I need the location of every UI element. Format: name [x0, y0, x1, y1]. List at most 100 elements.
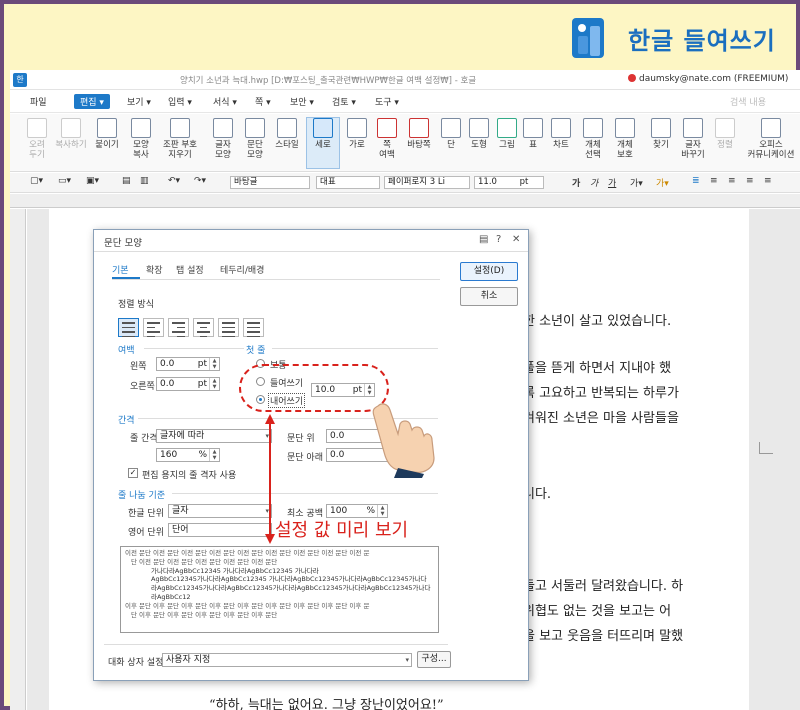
menu-file[interactable]: 파일	[30, 95, 47, 108]
menu-review[interactable]: 검토 ▾	[332, 95, 356, 108]
page-corner-mark	[759, 442, 773, 454]
line-spacing-value-input[interactable]: 160% ▲ ▼	[156, 448, 220, 462]
close-icon[interactable]: ✕	[512, 234, 520, 245]
office-chat-icon	[761, 118, 781, 138]
vertical-ruler[interactable]	[10, 209, 26, 710]
horizontal-ruler[interactable]	[10, 194, 800, 208]
right-margin-label: 오른쪽	[130, 382, 155, 392]
char-shape-button[interactable]: 글자 모양	[206, 118, 240, 160]
save-icon[interactable]: ▣▾	[86, 176, 99, 186]
english-unit-select[interactable]: 단어	[168, 523, 272, 537]
preview-icon[interactable]: ▥	[140, 176, 149, 186]
landscape-page-icon	[347, 118, 367, 138]
align-center-button[interactable]	[193, 318, 214, 337]
preview-line: 단 이후 문단 이후 문단 이후 문단 이후 문단 이후 문단	[131, 610, 278, 619]
chart-button[interactable]: 차트	[544, 118, 578, 150]
dialog-options-icon[interactable]: ▤	[479, 234, 488, 245]
menu-tools[interactable]: 도구 ▾	[375, 95, 399, 108]
ok-button[interactable]: 설정(D)	[460, 262, 518, 281]
align-right-button[interactable]	[168, 318, 189, 337]
open-folder-icon[interactable]: ▭▾	[58, 176, 71, 186]
align-justify-icon[interactable]: ≣	[692, 176, 700, 186]
bold-icon[interactable]: 가	[572, 176, 580, 189]
master-page-button[interactable]: 바탕쪽	[402, 118, 436, 150]
doc-line: 위협도 없는 것을 보고는 어	[523, 604, 672, 619]
hancom-docs-logo-icon	[572, 18, 604, 58]
replace-button[interactable]: 글자 바꾸기	[676, 118, 710, 160]
font-size-input[interactable]: 11.0 pt	[474, 176, 544, 189]
menu-page[interactable]: 쪽 ▾	[255, 95, 271, 108]
left-margin-input[interactable]: 0.0 pt ▲ ▼	[156, 357, 220, 371]
char-shape-icon	[213, 118, 233, 138]
arrange-button[interactable]: 정렬	[708, 118, 742, 150]
office-communication-button[interactable]: 오피스 커뮤니케이션	[744, 118, 798, 160]
align-distribute-icon[interactable]: ≡	[764, 176, 772, 186]
search-hint[interactable]: 검색 내용	[730, 95, 766, 108]
copy-button[interactable]: 복사하기	[54, 118, 88, 150]
italic-icon[interactable]: 가	[590, 176, 598, 189]
divider	[144, 348, 244, 349]
menu-insert[interactable]: 입력 ▾	[168, 95, 192, 108]
paste-button[interactable]: 붙이기	[90, 118, 124, 150]
spacing-section-title: 간격	[118, 416, 135, 426]
hwp-app-icon[interactable]: 한	[13, 73, 27, 87]
font-select[interactable]: 페이퍼로지 3 Li	[384, 176, 470, 189]
clear-marks-button[interactable]: 조판 부호 지우기	[160, 118, 200, 160]
align-justify-button[interactable]	[118, 318, 139, 337]
tab-extended[interactable]: 확장	[146, 263, 163, 276]
line-grid-checkbox[interactable]: ✓	[128, 468, 138, 478]
page-margin-icon	[377, 118, 397, 138]
style-select[interactable]: 바탕글	[230, 176, 310, 189]
pointing-hand-icon	[372, 403, 435, 478]
find-button[interactable]: 찾기	[644, 118, 678, 150]
landscape-button[interactable]: 가로	[340, 118, 374, 150]
line-break-section-title: 줄 나눔 기준	[118, 491, 166, 501]
font-color-icon[interactable]: 가▾	[656, 176, 669, 189]
format-toolbar: ▢▾ ▭▾ ▣▾ ▤ ▥ ↶▾ ↷▾ 바탕글 대표 페이퍼로지 3 Li 11.…	[10, 173, 800, 193]
tab-border-background[interactable]: 테두리/배경	[220, 263, 264, 276]
para-shape-button[interactable]: 문단 모양	[238, 118, 272, 160]
cut-button[interactable]: 오려 두기	[20, 118, 54, 160]
underline-icon[interactable]: 가	[608, 176, 616, 189]
preview-line: 가나다라AgBbCc12345 가나다라AgBbCc12345 가나다라	[151, 566, 319, 575]
new-doc-icon[interactable]: ▢▾	[30, 176, 43, 186]
tab-tab-settings[interactable]: 탭 설정	[176, 263, 204, 276]
menu-view[interactable]: 보기 ▾	[127, 95, 151, 108]
portrait-button[interactable]: 세로	[306, 117, 340, 169]
dialog-settings-select[interactable]: 사용자 지정 ▾	[162, 653, 412, 667]
select-object-icon	[583, 118, 603, 138]
page-margin-button[interactable]: 쪽 여백	[370, 118, 404, 160]
tab-divider	[112, 279, 440, 280]
help-icon[interactable]: ?	[496, 234, 501, 245]
undo-icon[interactable]: ↶▾	[168, 176, 180, 186]
account-label[interactable]: daumsky@nate.com (FREEMIUM)	[628, 74, 788, 84]
line-spacing-type-select[interactable]: 글자에 따라 ▾	[156, 429, 272, 443]
compose-button[interactable]: 구성...	[417, 651, 451, 668]
menu-security[interactable]: 보안 ▾	[290, 95, 314, 108]
table-icon	[523, 118, 543, 138]
align-right-icon[interactable]: ≡	[746, 176, 754, 186]
object-select-button[interactable]: 개체 선택	[576, 118, 610, 160]
language-select[interactable]: 대표	[316, 176, 380, 189]
align-center-icon[interactable]: ≡	[728, 176, 736, 186]
align-left-icon[interactable]: ≡	[710, 176, 718, 186]
tab-basic[interactable]: 기본	[112, 263, 129, 276]
right-margin-input[interactable]: 0.0 pt ▲ ▼	[156, 377, 220, 391]
frame: 한글 들여쓰기 한 양치기 소년과 늑대.hwp [D:₩포스팅_출국관련₩HW…	[0, 0, 800, 710]
menu-edit[interactable]: 편집 ▾	[74, 94, 110, 109]
style-button[interactable]: 스타일	[270, 118, 304, 150]
scissors-icon	[27, 118, 47, 138]
align-left-button[interactable]	[143, 318, 164, 337]
redo-icon[interactable]: ↷▾	[194, 176, 206, 186]
strike-icon[interactable]: 가▾	[630, 176, 643, 189]
align-distribute-button[interactable]	[218, 318, 239, 337]
lock-icon	[615, 118, 635, 138]
align-divide-button[interactable]	[243, 318, 264, 337]
object-protect-button[interactable]: 개체 보호	[608, 118, 642, 160]
cancel-button[interactable]: 취소	[460, 287, 518, 306]
hangul-unit-select[interactable]: 글자 ▾	[168, 504, 272, 518]
print-icon[interactable]: ▤	[122, 176, 131, 186]
preview-line: 라AgBbCc12345가나다라AgBbCc12345가나다라AgBbCc123…	[151, 584, 431, 593]
menu-format[interactable]: 서식 ▾	[213, 95, 237, 108]
shape-copy-button[interactable]: 모양 복사	[124, 118, 158, 160]
